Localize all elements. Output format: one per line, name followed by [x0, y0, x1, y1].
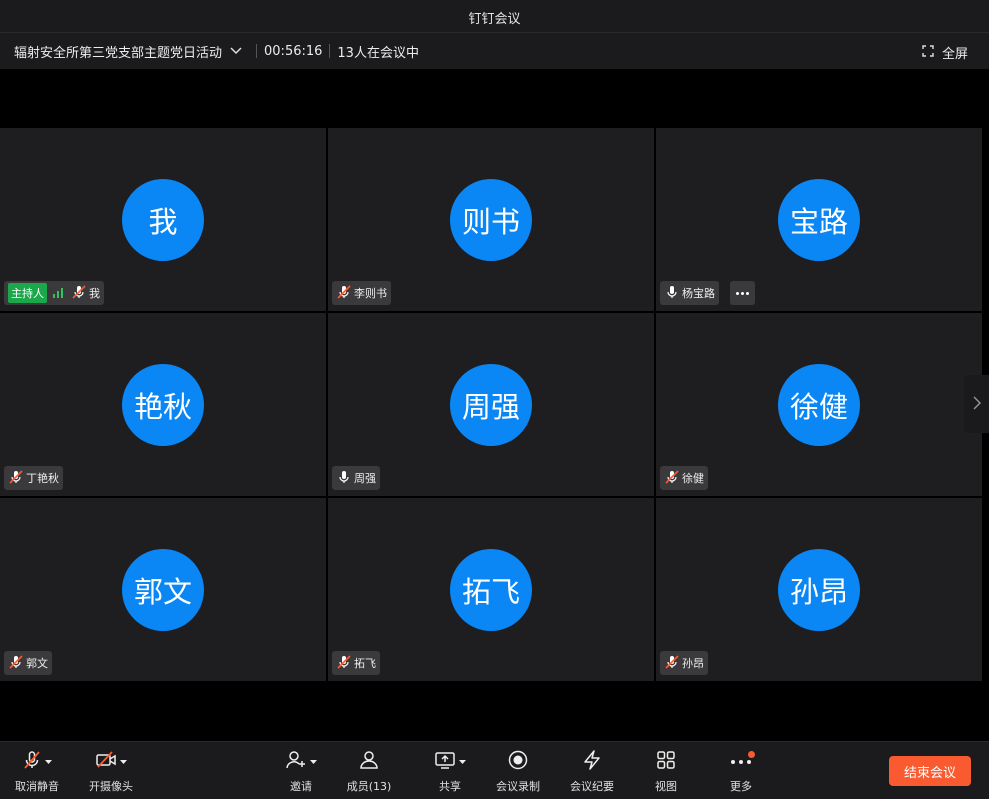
mic-icon: [664, 284, 680, 303]
chevron-down-icon[interactable]: [230, 47, 242, 55]
minutes-icon: [581, 749, 603, 774]
mic-muted-icon: [664, 469, 680, 488]
view-button[interactable]: 视图: [652, 750, 680, 796]
mic-muted-icon: [664, 654, 680, 673]
avatar: 徐健: [778, 363, 860, 446]
meeting-timer: 00:56:16: [264, 43, 323, 59]
participant-name: 杨宝路: [682, 287, 715, 300]
participant-tile[interactable]: 艳秋 丁艳秋: [0, 313, 326, 496]
meeting-topic[interactable]: 辐射安全所第三党支部主题党日活动: [14, 42, 222, 61]
participant-tile[interactable]: 宝路 杨宝路: [656, 128, 982, 311]
participant-name: 周强: [354, 472, 376, 485]
participant-label: 郭文: [4, 651, 52, 675]
unmute-button[interactable]: 取消静音: [14, 750, 60, 796]
participant-tile[interactable]: 郭文 郭文: [0, 498, 326, 681]
avatar: 艳秋: [122, 363, 204, 446]
meeting-toolbar: 取消静音 开摄像头 邀请 成员(13) 共享 会议录制 会议纪要 视图 更多 结…: [0, 741, 989, 799]
participant-count: 13人在会议中: [337, 45, 419, 61]
fullscreen-icon: [922, 44, 934, 61]
participant-label: 李则书: [332, 281, 391, 305]
camera-off-icon: [95, 750, 117, 772]
members-label: 成员(13): [346, 780, 392, 793]
meeting-info-bar: 辐射安全所第三党支部主题党日活动 00:56:16 13人在会议中 全屏: [0, 33, 989, 69]
participant-name: 徐健: [682, 472, 704, 485]
caret-down-icon[interactable]: [45, 755, 52, 768]
video-stage: 我 主持人 我 则书 李则书 宝路 杨宝路 艳秋 丁艳秋 周强 周强 徐健 徐健…: [0, 69, 989, 741]
participant-label: 周强: [332, 466, 380, 490]
more-button[interactable]: 更多: [727, 750, 755, 796]
minutes-label: 会议纪要: [570, 780, 614, 793]
share-screen-icon: [434, 750, 456, 773]
avatar: 我: [122, 178, 204, 261]
avatar: 郭文: [122, 548, 204, 631]
share-label: 共享: [439, 780, 461, 793]
mic-muted-icon: [336, 654, 352, 673]
participant-label: 杨宝路: [660, 281, 719, 305]
participant-tile[interactable]: 周强 周强: [328, 313, 654, 496]
participant-tile[interactable]: 我 主持人 我: [0, 128, 326, 311]
camera-label: 开摄像头: [89, 780, 133, 793]
minutes-button[interactable]: 会议纪要: [568, 749, 616, 796]
participant-label: 孙昂: [660, 651, 708, 675]
participant-name: 我: [89, 287, 100, 300]
more-label: 更多: [730, 780, 752, 793]
members-icon: [358, 750, 380, 773]
end-meeting-button[interactable]: 结束会议: [889, 756, 971, 786]
host-badge: 主持人: [8, 283, 47, 303]
chevron-right-icon: [973, 395, 981, 414]
record-icon: [507, 749, 529, 774]
avatar: 周强: [450, 363, 532, 446]
record-button[interactable]: 会议录制: [494, 750, 542, 796]
fullscreen-label: 全屏: [941, 47, 968, 62]
camera-button[interactable]: 开摄像头: [88, 750, 134, 796]
mic-icon: [336, 469, 352, 488]
participant-tile[interactable]: 拓飞 拓飞: [328, 498, 654, 681]
avatar: 孙昂: [778, 548, 860, 631]
participant-name: 孙昂: [682, 657, 704, 670]
mic-muted-icon: [8, 469, 24, 488]
invite-icon: [285, 750, 307, 773]
participant-label: 主持人 我: [4, 281, 104, 305]
divider: [256, 44, 258, 58]
participant-name: 李则书: [354, 287, 387, 300]
invite-button[interactable]: 邀请: [282, 750, 320, 796]
avatar: 拓飞: [450, 548, 532, 631]
participant-name: 丁艳秋: [26, 472, 59, 485]
caret-down-icon[interactable]: [120, 755, 127, 768]
window-title: 钉钉会议: [468, 12, 521, 27]
participant-tile[interactable]: 则书 李则书: [328, 128, 654, 311]
mic-muted-icon: [8, 654, 24, 673]
participant-name: 拓飞: [354, 657, 376, 670]
avatar: 则书: [450, 178, 532, 261]
more-options-button[interactable]: [730, 281, 755, 305]
participant-tile[interactable]: 徐健 徐健: [656, 313, 982, 496]
share-button[interactable]: 共享: [431, 750, 469, 796]
view-grid-icon: [656, 750, 676, 773]
caret-down-icon[interactable]: [459, 755, 466, 768]
avatar: 宝路: [778, 178, 860, 261]
caret-down-icon[interactable]: [310, 755, 317, 768]
participant-label: 拓飞: [332, 651, 380, 675]
notification-dot: [748, 751, 755, 758]
unmute-label: 取消静音: [15, 780, 59, 793]
title-bar: 钉钉会议: [0, 0, 989, 33]
divider: [329, 44, 331, 58]
mic-muted-icon: [336, 284, 352, 303]
signal-strength-icon: [53, 288, 63, 298]
mic-muted-icon: [71, 284, 87, 303]
next-page-button[interactable]: [964, 375, 989, 433]
members-button[interactable]: 成员(13): [346, 750, 392, 796]
invite-label: 邀请: [290, 780, 312, 793]
participant-grid: 我 主持人 我 则书 李则书 宝路 杨宝路 艳秋 丁艳秋 周强 周强 徐健 徐健…: [0, 128, 982, 681]
participant-label: 丁艳秋: [4, 466, 63, 490]
participant-label: 徐健: [660, 466, 708, 490]
record-label: 会议录制: [496, 780, 540, 793]
view-label: 视图: [655, 780, 677, 793]
fullscreen-button[interactable]: 全屏: [922, 43, 968, 62]
participant-name: 郭文: [26, 657, 48, 670]
participant-tile[interactable]: 孙昂 孙昂: [656, 498, 982, 681]
mic-muted-icon: [22, 750, 42, 773]
